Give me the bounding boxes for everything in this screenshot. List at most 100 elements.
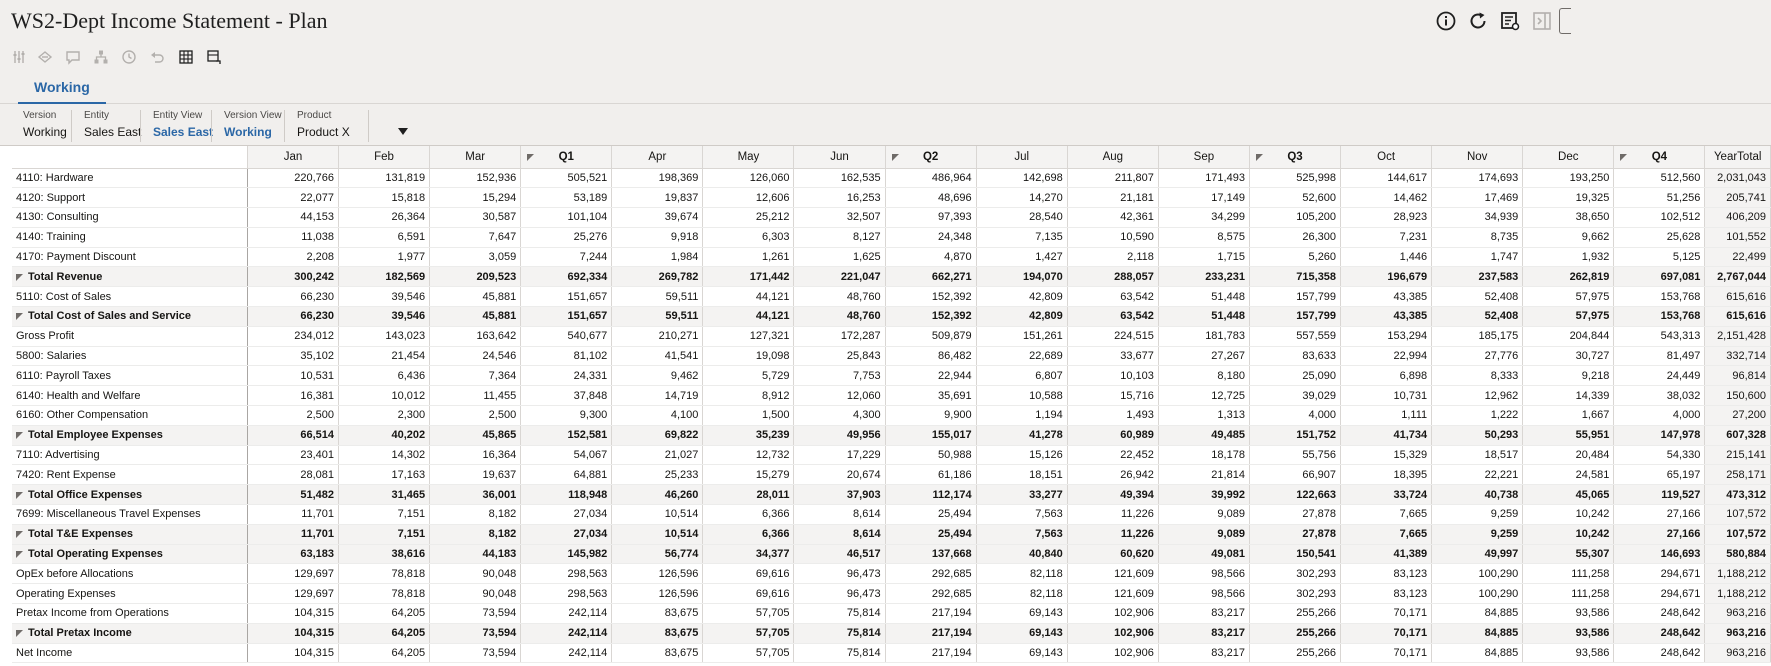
row-header[interactable]: 6160: Other Compensation	[12, 405, 248, 426]
data-cell[interactable]: 505,521	[520, 168, 613, 189]
data-cell[interactable]: 18,151	[976, 464, 1068, 486]
data-cell[interactable]: 211,807	[1067, 168, 1159, 189]
data-cell[interactable]: 44,153	[247, 207, 340, 228]
data-cell[interactable]: 46,517	[793, 544, 886, 565]
column-header[interactable]: YearTotal	[1704, 146, 1771, 169]
data-cell[interactable]: 1,188,212	[1704, 563, 1771, 585]
data-cell[interactable]: 49,956	[793, 425, 886, 446]
refresh-icon[interactable]	[1465, 8, 1491, 34]
data-cell[interactable]: 66,907	[1249, 464, 1342, 486]
data-cell[interactable]: 34,299	[1158, 207, 1250, 228]
data-cell[interactable]: 6,807	[976, 365, 1068, 387]
data-cell[interactable]: 2,500	[429, 405, 522, 426]
data-cell[interactable]: 73,594	[429, 643, 522, 664]
data-cell[interactable]: 52,600	[1249, 187, 1342, 209]
worksheet-settings-icon[interactable]	[1497, 8, 1523, 34]
data-cell[interactable]: 248,642	[1613, 623, 1706, 644]
data-cell[interactable]: 22,077	[247, 187, 340, 209]
data-cell[interactable]: 9,900	[885, 405, 977, 426]
data-cell[interactable]: 11,701	[247, 504, 340, 525]
data-cell[interactable]: 143,023	[338, 326, 431, 347]
data-cell[interactable]: 75,814	[793, 643, 886, 664]
collapse-triangle-icon[interactable]	[16, 313, 23, 321]
row-header[interactable]: Total Employee Expenses	[12, 425, 248, 446]
data-cell[interactable]: 63,542	[1067, 286, 1159, 308]
data-cell[interactable]: 1,222	[1431, 405, 1524, 426]
data-cell[interactable]: 182,569	[338, 266, 431, 288]
data-cell[interactable]: 1,977	[338, 247, 431, 268]
data-cell[interactable]: 6,303	[702, 227, 795, 248]
data-cell[interactable]: 1,111	[1340, 405, 1433, 426]
data-cell[interactable]: 288,057	[1067, 266, 1159, 288]
data-cell[interactable]: 100,290	[1431, 583, 1524, 605]
info-icon[interactable]	[1433, 8, 1459, 34]
data-cell[interactable]: 100,290	[1431, 563, 1524, 585]
data-cell[interactable]: 129,697	[247, 583, 340, 605]
data-cell[interactable]: 509,879	[885, 326, 977, 347]
data-cell[interactable]: 6,591	[338, 227, 431, 248]
comment-icon[interactable]	[65, 49, 81, 65]
hierarchy-icon[interactable]	[93, 49, 109, 65]
data-cell[interactable]: 7,563	[976, 524, 1068, 545]
data-cell[interactable]: 1,261	[702, 247, 795, 268]
data-cell[interactable]: 84,885	[1431, 603, 1524, 624]
data-cell[interactable]: 38,650	[1522, 207, 1615, 228]
data-cell[interactable]: 105,200	[1249, 207, 1342, 228]
data-cell[interactable]: 406,209	[1704, 207, 1771, 228]
data-cell[interactable]: 57,975	[1522, 286, 1615, 308]
data-cell[interactable]: 84,885	[1431, 623, 1524, 644]
data-cell[interactable]: 22,689	[976, 346, 1068, 367]
data-cell[interactable]: 6,366	[702, 504, 795, 525]
column-header[interactable]: Nov	[1431, 146, 1524, 169]
data-cell[interactable]: 14,462	[1340, 187, 1433, 209]
row-header[interactable]: 7110: Advertising	[12, 445, 248, 466]
data-cell[interactable]: 9,259	[1431, 504, 1524, 525]
data-cell[interactable]: 17,469	[1431, 187, 1524, 209]
data-cell[interactable]: 152,392	[885, 286, 977, 308]
data-cell[interactable]: 5,260	[1249, 247, 1342, 268]
data-cell[interactable]: 101,104	[520, 207, 613, 228]
data-cell[interactable]: 15,126	[976, 445, 1068, 466]
data-cell[interactable]: 151,657	[520, 286, 613, 308]
data-cell[interactable]: 152,392	[885, 306, 977, 327]
data-cell[interactable]: 93,586	[1522, 603, 1615, 624]
data-cell[interactable]: 163,642	[429, 326, 522, 347]
data-cell[interactable]: 96,473	[793, 583, 886, 605]
data-cell[interactable]: 242,114	[520, 643, 613, 664]
data-cell[interactable]: 15,716	[1067, 385, 1159, 407]
row-header[interactable]: Gross Profit	[12, 326, 248, 347]
data-cell[interactable]: 715,358	[1249, 266, 1342, 288]
data-cell[interactable]: 101,552	[1704, 227, 1771, 248]
data-cell[interactable]: 25,276	[520, 227, 613, 248]
data-cell[interactable]: 8,182	[429, 504, 522, 525]
row-header[interactable]: 7699: Miscellaneous Travel Expenses	[12, 504, 248, 525]
data-cell[interactable]: 57,705	[702, 643, 795, 664]
data-cell[interactable]: 24,581	[1522, 464, 1615, 486]
column-header[interactable]: May	[702, 146, 795, 169]
expand-triangle-icon[interactable]	[1255, 154, 1263, 161]
data-cell[interactable]: 7,151	[338, 524, 431, 545]
data-cell[interactable]: 8,614	[793, 504, 886, 525]
data-cell[interactable]: 23,401	[247, 445, 340, 466]
data-cell[interactable]: 255,266	[1249, 643, 1342, 664]
data-cell[interactable]: 242,114	[520, 623, 613, 644]
row-header[interactable]: Total Office Expenses	[12, 484, 248, 506]
data-cell[interactable]: 171,493	[1158, 168, 1250, 189]
data-cell[interactable]: 90,048	[429, 563, 522, 585]
data-cell[interactable]: 9,259	[1431, 524, 1524, 545]
data-cell[interactable]: 40,840	[976, 544, 1068, 565]
data-cell[interactable]: 126,596	[611, 563, 704, 585]
data-cell[interactable]: 21,814	[1158, 464, 1250, 486]
data-cell[interactable]: 129,697	[247, 563, 340, 585]
data-cell[interactable]: 151,261	[976, 326, 1068, 347]
data-cell[interactable]: 24,546	[429, 346, 522, 367]
column-header[interactable]: Aug	[1066, 146, 1159, 169]
data-cell[interactable]: 41,389	[1340, 544, 1433, 565]
data-cell[interactable]: 1,625	[793, 247, 886, 268]
data-cell[interactable]: 151,657	[520, 306, 613, 327]
data-cell[interactable]: 24,449	[1613, 365, 1706, 387]
data-cell[interactable]: 75,814	[793, 623, 886, 644]
chevron-down-icon[interactable]	[398, 128, 408, 135]
data-cell[interactable]: 27,166	[1613, 504, 1706, 525]
data-cell[interactable]: 45,065	[1522, 484, 1615, 506]
